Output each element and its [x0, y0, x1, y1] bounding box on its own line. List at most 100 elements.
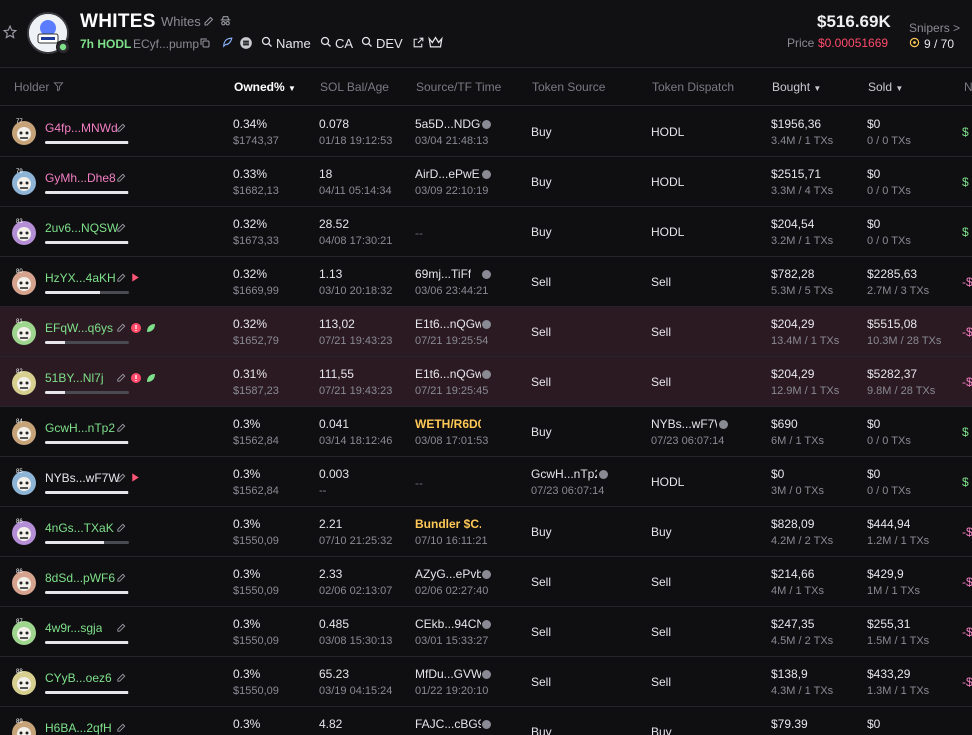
table-row[interactable]: 81 EFqW...q6ys 0.32% $1652,79 113,02 07/21 19… — [0, 307, 972, 357]
edit-icon[interactable] — [116, 322, 127, 336]
search-name-link[interactable]: Name — [261, 36, 311, 51]
dispatch-status: HODL — [651, 225, 685, 239]
tag-icon[interactable] — [130, 472, 141, 486]
holder-address[interactable]: 4w9r...sgja — [45, 621, 102, 635]
col-source-tf[interactable]: Source/TF Time — [416, 80, 501, 94]
holder-rank: 88 — [16, 669, 23, 675]
trade-type: Sell — [531, 275, 552, 289]
holder-address[interactable]: H6BA...2qfH — [45, 721, 112, 735]
holding-bar — [45, 291, 129, 294]
filter-icon[interactable] — [53, 80, 64, 94]
leaf-icon[interactable] — [145, 322, 157, 337]
edit-icon[interactable] — [203, 15, 215, 27]
edit-icon[interactable] — [116, 572, 127, 586]
incognito-icon[interactable] — [219, 14, 232, 27]
sol-balance: 1.13 — [319, 267, 343, 281]
table-row[interactable]: 87 4w9r...sgja 0.3% $1550,09 0.485 03/08 15:3… — [0, 607, 972, 657]
edit-icon[interactable] — [116, 172, 127, 186]
holder-address[interactable]: NYBs...wF7W — [45, 471, 120, 485]
edit-icon[interactable] — [116, 522, 127, 536]
dispatch-status: Sell — [651, 375, 672, 389]
wallet-age: 03/10 20:18:32 — [319, 285, 393, 297]
dispatch-address[interactable]: NYBs...wF7W — [651, 417, 717, 431]
bought-usd: $204,29 — [771, 317, 815, 331]
edit-icon[interactable] — [116, 372, 127, 386]
edit-icon[interactable] — [116, 222, 127, 236]
col-sold[interactable]: Sold ▼ — [868, 80, 903, 94]
holder-address[interactable]: G4fp...MNWd — [45, 121, 118, 135]
edit-icon[interactable] — [116, 122, 127, 136]
source-address[interactable]: CEkb...94CN — [415, 617, 481, 631]
col-sol-bal[interactable]: SOL Bal/Age — [320, 80, 389, 94]
edit-icon[interactable] — [116, 722, 127, 735]
owned-usd: $1743,37 — [233, 135, 279, 147]
owned-usd: $1673,33 — [233, 235, 279, 247]
holder-address[interactable]: 2uv6...NQSW — [45, 221, 118, 235]
feather-icon[interactable] — [221, 36, 234, 49]
table-row[interactable]: 89 H6BA...2qfH 0.3% 4.82 FAJC...cBG9 Buy Buy $7… — [0, 707, 972, 735]
table-row[interactable]: 88 CYyB...oez6 0.3% $1550,09 65.23 03/19 04:1… — [0, 657, 972, 707]
col-next[interactable]: N — [964, 80, 972, 94]
source-address[interactable]: E1t6...nQGw — [415, 317, 481, 331]
table-row[interactable]: 83 2uv6...NQSW 0.32% $1673,33 28.52 04/08 17:… — [0, 207, 972, 257]
token-source-address[interactable]: GcwH...nTp2 — [531, 467, 597, 481]
source-address[interactable]: Bundler $C... — [415, 517, 481, 531]
table-row[interactable]: 80 HzYX...4aKH 0.32% $1669,99 1.13 03/10 20:1… — [0, 257, 972, 307]
col-token-dispatch[interactable]: Token Dispatch — [652, 80, 734, 94]
holder-address[interactable]: GcwH...nTp2 — [45, 421, 115, 435]
edit-icon[interactable] — [116, 472, 127, 486]
table-row[interactable]: 82 51BY...Nl7j 0.31% $1587,23 111,55 07/21 19… — [0, 357, 972, 407]
table-row[interactable]: 86 8dSd...pWF6 0.3% $1550,09 2.33 02/06 02:13… — [0, 557, 972, 607]
crown-icon[interactable] — [428, 36, 443, 49]
source-address[interactable]: AZyG...ePvb — [415, 567, 481, 581]
menu-circle-icon[interactable] — [239, 36, 253, 50]
alert-icon[interactable] — [130, 372, 142, 387]
table-row[interactable]: 85 NYBs...wF7W 0.3% $1562,84 0.003 -- -- GcwH..… — [0, 457, 972, 507]
wallet-icon — [479, 167, 491, 181]
wallet-age: 03/08 15:30:13 — [319, 635, 393, 647]
source-address[interactable]: WETH/R6D0 — [415, 417, 481, 431]
snipers-link[interactable]: Snipers > — [909, 21, 960, 35]
copy-icon[interactable] — [199, 37, 211, 49]
holder-address[interactable]: HzYX...4aKH — [45, 271, 116, 285]
source-time: 07/21 19:25:54 — [415, 335, 489, 347]
source-address[interactable]: AirD...ePwE — [415, 167, 480, 181]
edit-icon[interactable] — [116, 622, 127, 636]
leaf-icon[interactable] — [145, 372, 157, 387]
col-bought[interactable]: Bought ▼ — [772, 80, 821, 94]
table-row[interactable]: 77 G4fp...MNWd 0.34% $1743,37 0.078 01/18 19:… — [0, 107, 972, 157]
col-holder[interactable]: Holder — [14, 80, 64, 94]
table-row[interactable]: 79 GyMh...Dhe8 0.33% $1682,13 18 04/11 05:14:… — [0, 157, 972, 207]
table-row[interactable]: 86 4nGs...TXaK 0.3% $1550,09 2.21 07/10 21:25… — [0, 507, 972, 557]
edit-icon[interactable] — [116, 672, 127, 686]
table-row[interactable]: 84 GcwH...nTp2 0.3% $1562,84 0.041 03/14 18:1… — [0, 407, 972, 457]
pnl-partial: $ — [962, 425, 969, 439]
alert-icon[interactable] — [130, 322, 142, 337]
source-address[interactable]: 69mj...TiFf — [415, 267, 471, 281]
star-icon[interactable] — [2, 24, 18, 40]
search-ca-link[interactable]: CA — [320, 36, 353, 51]
holder-tags — [116, 572, 176, 586]
source-address[interactable]: FAJC...cBG9 — [415, 717, 481, 731]
holder-address[interactable]: CYyB...oez6 — [45, 671, 112, 685]
holder-address[interactable]: EFqW...q6ys — [45, 321, 113, 335]
tag-icon[interactable] — [130, 272, 141, 286]
holder-address[interactable]: 4nGs...TXaK — [45, 521, 114, 535]
holder-tags — [116, 372, 176, 386]
holder-address[interactable]: 51BY...Nl7j — [45, 371, 103, 385]
holder-rank: 86 — [16, 519, 23, 525]
holder-address[interactable]: 8dSd...pWF6 — [45, 571, 115, 585]
source-address[interactable]: MfDu...GVW — [415, 667, 481, 681]
search-dev-link[interactable]: DEV — [361, 36, 403, 51]
holder-address[interactable]: GyMh...Dhe8 — [45, 171, 116, 185]
edit-icon[interactable] — [116, 422, 127, 436]
edit-icon[interactable] — [116, 272, 127, 286]
source-address[interactable]: E1t6...nQGw — [415, 367, 481, 381]
bought-usd: $2515,71 — [771, 167, 822, 181]
col-token-source[interactable]: Token Source — [532, 80, 605, 94]
col-owned[interactable]: Owned% ▼ — [234, 80, 296, 94]
source-address[interactable]: 5a5D...NDGv — [415, 117, 481, 131]
contract-address[interactable]: ECyf...pump — [133, 37, 199, 51]
external-link-icon[interactable] — [412, 36, 425, 49]
sol-balance: 2.33 — [319, 567, 343, 581]
